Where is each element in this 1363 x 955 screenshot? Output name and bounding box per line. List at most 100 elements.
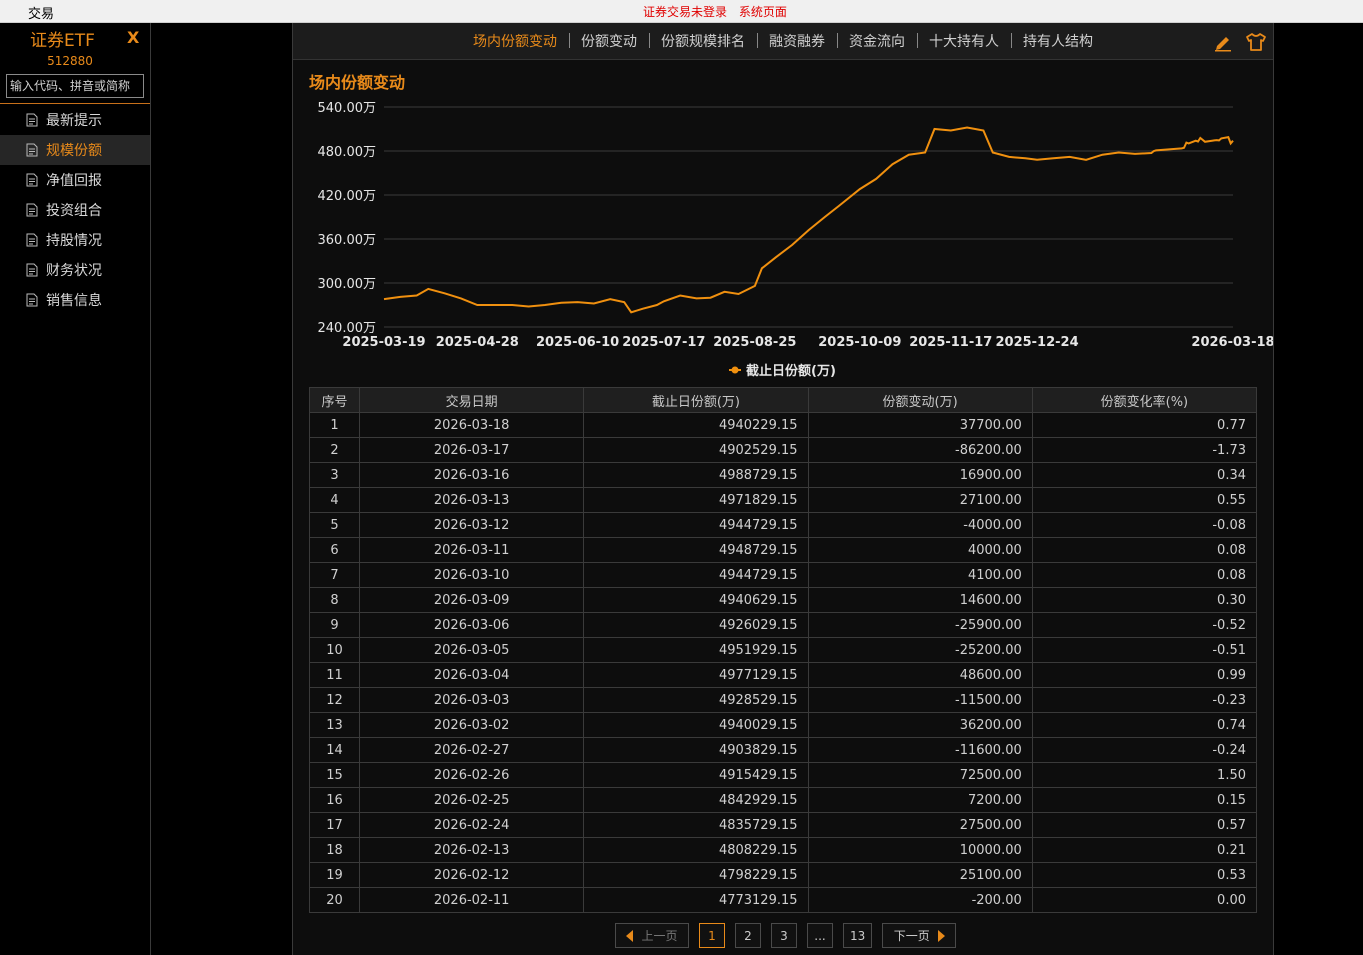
table-cell: 4842929.15 xyxy=(583,787,809,813)
sidebar-item[interactable]: 最新提示 xyxy=(0,105,150,135)
table-cell: 27500.00 xyxy=(807,812,1033,838)
tab[interactable]: 资金流向 xyxy=(837,31,917,51)
table-cell: 17 xyxy=(308,812,361,838)
y-tick-label: 360.00万 xyxy=(318,233,377,248)
table-row: 8 2026-03-09 4940629.15 14600.00 0.30 xyxy=(308,587,1258,613)
column-header[interactable]: 份额变化率(%) xyxy=(1031,387,1258,413)
prev-page-button-label: 上一页 xyxy=(641,929,678,943)
table-cell: 4 xyxy=(308,487,361,513)
table-cell: -25200.00 xyxy=(807,637,1033,663)
table-cell: 0.08 xyxy=(1031,537,1258,563)
x-tick-label: 2025-11-17 xyxy=(909,335,992,350)
table-cell: -0.23 xyxy=(1031,687,1258,713)
column-header[interactable]: 交易日期 xyxy=(359,387,585,413)
sidebar-item[interactable]: 持股情况 xyxy=(0,225,150,255)
sidebar-item[interactable]: 销售信息 xyxy=(0,285,150,315)
close-button[interactable]: X xyxy=(127,28,139,47)
table-cell: -4000.00 xyxy=(807,512,1033,538)
y-tick-label: 240.00万 xyxy=(318,321,377,336)
table-cell: 4948729.15 xyxy=(583,537,809,563)
tab[interactable]: 十大持有人 xyxy=(917,31,1011,51)
table-row: 18 2026-02-13 4808229.15 10000.00 0.21 xyxy=(308,837,1258,863)
table-cell: 1 xyxy=(308,412,361,438)
tab[interactable]: 持有人结构 xyxy=(1011,31,1105,51)
table-cell: 2026-03-17 xyxy=(359,437,585,463)
pagination: 上一页 1 2 3... 13 下一页 xyxy=(615,923,957,948)
fund-code: 512880 xyxy=(47,54,93,68)
search-input[interactable] xyxy=(6,74,144,98)
table-cell: 4971829.15 xyxy=(583,487,809,513)
prev-page-button[interactable]: 上一页 xyxy=(615,923,689,948)
table-cell: 5 xyxy=(308,512,361,538)
column-header[interactable]: 序号 xyxy=(308,387,361,413)
sidebar: 证券ETF X 512880 最新提示规模份额净值回报投资组合持股情况财务状况销… xyxy=(0,23,151,955)
document-icon xyxy=(26,173,38,187)
table-cell: 13 xyxy=(308,712,361,738)
page-button-label: 1 xyxy=(708,928,716,943)
tab[interactable]: 份额规模排名 xyxy=(649,31,757,51)
page-button[interactable]: ... xyxy=(807,923,833,948)
main-panel: 场内份额变动 份额变动 份额规模排名 融资融券 资金流向 十大持有人 持有人结构 场内份额变… xyxy=(292,23,1274,955)
table-cell: 2026-03-16 xyxy=(359,462,585,488)
table-cell: 0.08 xyxy=(1031,562,1258,588)
share-chart: 540.00万 480.00万 420.00万 360.00万 300.00万 240.0… xyxy=(318,101,1274,379)
table-cell: 0.99 xyxy=(1031,662,1258,688)
column-header[interactable]: 截止日份额(万) xyxy=(583,387,809,413)
table-cell: 2026-03-09 xyxy=(359,587,585,613)
tab[interactable]: 份额变动 xyxy=(569,31,649,51)
table-cell: 10 xyxy=(308,637,361,663)
table-row: 16 2026-02-25 4842929.15 7200.00 0.15 xyxy=(308,787,1258,813)
sidebar-item[interactable]: 财务状况 xyxy=(0,255,150,285)
table-cell: 0.55 xyxy=(1031,487,1258,513)
next-page-button[interactable]: 下一页 xyxy=(882,923,957,948)
tab[interactable]: 场内份额变动 xyxy=(461,31,569,51)
table-cell: 2026-03-10 xyxy=(359,562,585,588)
table-row: 5 2026-03-12 4944729.15 -4000.00 -0.08 xyxy=(308,512,1258,538)
page-button[interactable]: 2 xyxy=(735,923,761,948)
table-cell: 20 xyxy=(308,887,361,913)
tab[interactable]: 融资融券 xyxy=(757,31,837,51)
edit-icon[interactable] xyxy=(1213,32,1233,52)
table-cell: 4951929.15 xyxy=(583,637,809,663)
table-cell: -0.52 xyxy=(1031,612,1258,638)
sidebar-item[interactable]: 规模份额 xyxy=(0,135,150,165)
table-cell: 0.74 xyxy=(1031,712,1258,738)
page-button[interactable]: 13 xyxy=(843,923,873,948)
sidebar-item-label: 销售信息 xyxy=(46,293,102,309)
table-cell: 2026-02-25 xyxy=(359,787,585,813)
page-button[interactable]: 1 xyxy=(699,923,725,948)
column-header[interactable]: 份额变动(万) xyxy=(807,387,1033,413)
table-cell: 7 xyxy=(308,562,361,588)
sidebar-item[interactable]: 净值回报 xyxy=(0,165,150,195)
document-icon xyxy=(26,233,38,247)
table-cell: 2026-02-26 xyxy=(359,762,585,788)
table-cell: 2026-03-06 xyxy=(359,612,585,638)
x-tick-label: 2025-12-24 xyxy=(995,335,1078,350)
next-page-button-label: 下一页 xyxy=(893,929,930,943)
menu-trade[interactable]: 交易 xyxy=(28,3,54,22)
table-row: 15 2026-02-26 4915429.15 72500.00 1.50 xyxy=(308,762,1258,788)
document-icon xyxy=(26,293,38,307)
page-button[interactable]: 3 xyxy=(771,923,797,948)
table-cell: 0.57 xyxy=(1031,812,1258,838)
table-cell: 7200.00 xyxy=(807,787,1033,813)
sidebar-item-label: 最新提示 xyxy=(46,113,102,129)
table-row: 1 2026-03-18 4940229.15 37700.00 0.77 xyxy=(308,412,1258,438)
y-tick-label: 480.00万 xyxy=(318,145,377,160)
table-header-row: 序号 交易日期 截止日份额(万) 份额变动(万) 份额变化率(%) xyxy=(308,387,1258,413)
table-cell: 25100.00 xyxy=(807,862,1033,888)
table-cell: 8 xyxy=(308,587,361,613)
shirt-icon[interactable] xyxy=(1245,32,1266,52)
table-cell: 2026-02-12 xyxy=(359,862,585,888)
sidebar-item[interactable]: 投资组合 xyxy=(0,195,150,225)
document-icon xyxy=(26,203,38,217)
table-cell: 2026-03-02 xyxy=(359,712,585,738)
table-cell: 2026-03-18 xyxy=(359,412,585,438)
table-cell: 14 xyxy=(308,737,361,763)
arrow-right-icon xyxy=(937,929,945,942)
table-cell: -86200.00 xyxy=(807,437,1033,463)
table-cell: 11 xyxy=(308,662,361,688)
table-cell: 4100.00 xyxy=(807,562,1033,588)
table-cell: 72500.00 xyxy=(807,762,1033,788)
table-cell: 2026-03-05 xyxy=(359,637,585,663)
